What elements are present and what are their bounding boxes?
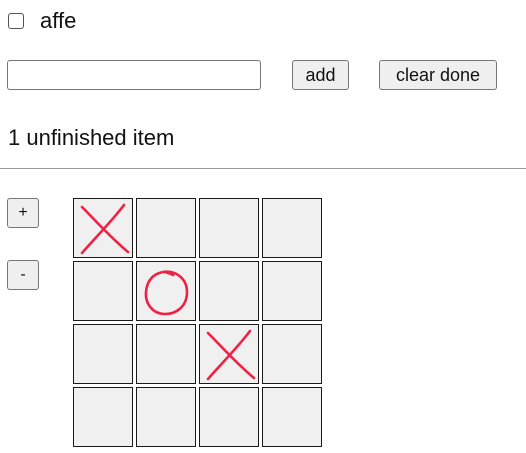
o-mark-icon [144,270,189,316]
add-button[interactable]: add [292,60,349,90]
x-mark-icon [80,203,130,255]
shrink-board-button[interactable]: - [7,260,39,290]
board-cell[interactable] [262,198,322,258]
clear-done-button[interactable]: clear done [379,60,497,90]
board-cell[interactable] [73,324,133,384]
board-cell[interactable] [199,387,259,447]
grow-board-button[interactable]: + [7,198,39,228]
board-cell[interactable] [262,387,322,447]
board-cell[interactable] [262,261,322,321]
board-cell[interactable] [199,324,259,384]
tictactoe-board [73,198,322,447]
board-cell[interactable] [73,261,133,321]
board-cell[interactable] [136,324,196,384]
todo-item-label: affe [40,8,77,33]
todo-item: affe [8,8,76,34]
board-cell[interactable] [199,198,259,258]
x-mark-icon [206,329,256,381]
board-cell[interactable] [73,198,133,258]
todo-item-checkbox[interactable] [8,13,24,29]
divider [0,168,526,169]
board-cell[interactable] [199,261,259,321]
board-cell[interactable] [136,387,196,447]
board-cell[interactable] [136,261,196,321]
unfinished-count: 1 unfinished item [8,125,175,150]
board-cell[interactable] [262,324,322,384]
board-cell[interactable] [136,198,196,258]
new-item-input[interactable] [7,60,261,90]
board-cell[interactable] [73,387,133,447]
